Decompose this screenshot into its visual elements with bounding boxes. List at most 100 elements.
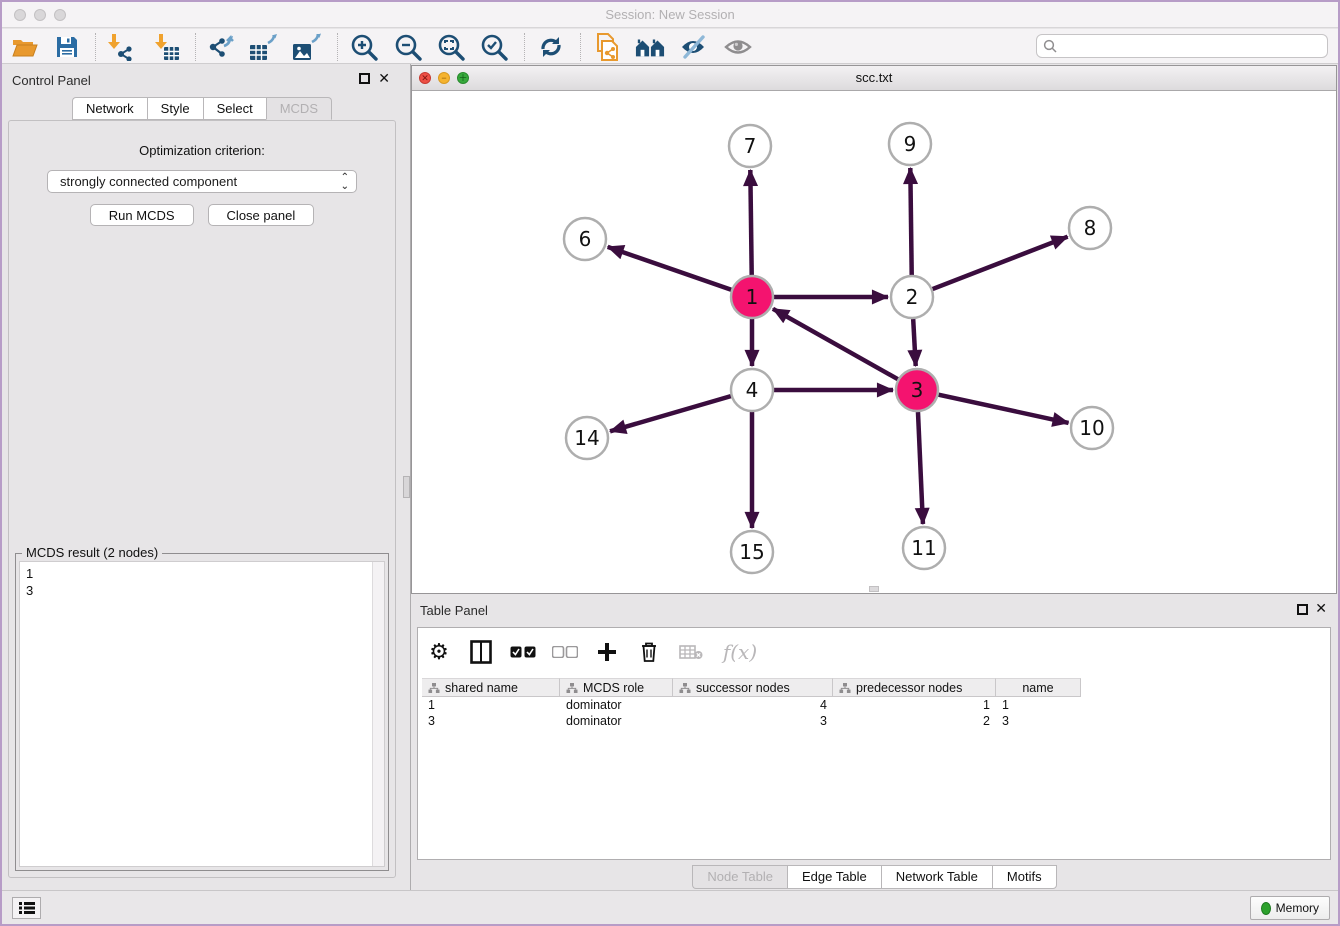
main-area: Control Panel ✕ Network Style Select MCD…: [2, 64, 1338, 890]
memory-label: Memory: [1276, 901, 1319, 915]
control-panel-title: Control Panel: [12, 73, 91, 88]
graph-node-label: 3: [911, 378, 924, 402]
table-row[interactable]: 1 dominator 4 1 1: [422, 697, 1326, 713]
cell-successor-nodes[interactable]: 4: [673, 697, 833, 713]
cell-predecessor-nodes[interactable]: 1: [833, 697, 996, 713]
run-mcds-button[interactable]: Run MCDS: [90, 204, 194, 226]
export-network-icon[interactable]: [206, 33, 236, 61]
open-file-icon[interactable]: [10, 33, 40, 61]
float-table-panel-icon[interactable]: [1297, 604, 1308, 615]
cell-name[interactable]: 3: [996, 713, 1081, 729]
cell-mcds-role[interactable]: dominator: [560, 697, 673, 713]
column-header-name[interactable]: name: [996, 678, 1081, 697]
deselect-all-checkboxes-icon[interactable]: [552, 638, 578, 666]
zoom-selected-icon[interactable]: [479, 33, 509, 61]
graph-node-label: 1: [746, 285, 759, 309]
graph-edge-3-10[interactable]: [938, 395, 1068, 423]
delete-column-icon[interactable]: [636, 638, 662, 666]
search-box[interactable]: [1036, 34, 1328, 58]
mcds-result-textarea[interactable]: 1 3: [19, 561, 385, 867]
column-layout-icon[interactable]: [468, 638, 494, 666]
graph-edge-1-7[interactable]: [750, 170, 751, 275]
splitter-handle[interactable]: [403, 476, 410, 498]
column-header-shared-name[interactable]: shared name: [422, 678, 560, 697]
clone-network-icon[interactable]: [592, 33, 622, 61]
show-all-icon[interactable]: [723, 33, 753, 61]
criterion-dropdown[interactable]: strongly connected component ⌃⌄: [47, 170, 357, 193]
workspace-area: ✕ − ＋ scc.txt 7968124314101511: [411, 64, 1338, 890]
graph-edge-2-9[interactable]: [910, 168, 911, 275]
export-image-icon[interactable]: [292, 33, 322, 61]
cell-shared-name[interactable]: 3: [422, 713, 560, 729]
task-list-icon: [19, 901, 35, 915]
graph-edge-2-3[interactable]: [913, 319, 916, 366]
close-panel-button[interactable]: Close panel: [208, 204, 315, 226]
zoom-in-icon[interactable]: [349, 33, 379, 61]
panel-splitter[interactable]: [402, 64, 411, 890]
cell-name[interactable]: 1: [996, 697, 1081, 713]
result-scrollbar[interactable]: [372, 562, 384, 866]
tab-network[interactable]: Network: [72, 97, 147, 120]
graph-edge-1-6[interactable]: [608, 247, 732, 290]
column-header-predecessor-nodes[interactable]: predecessor nodes: [833, 678, 996, 697]
zoom-fit-icon[interactable]: [436, 33, 466, 61]
select-all-checkboxes-icon[interactable]: [510, 638, 536, 666]
network-canvas[interactable]: 7968124314101511: [412, 91, 1336, 593]
column-header-mcds-role[interactable]: MCDS role: [560, 678, 673, 697]
close-panel-icon[interactable]: ✕: [378, 70, 390, 87]
cell-mcds-role[interactable]: dominator: [560, 713, 673, 729]
first-neighbors-icon[interactable]: [635, 33, 665, 61]
cell-predecessor-nodes[interactable]: 2: [833, 713, 996, 729]
application-window: Session: New Session: [0, 0, 1340, 926]
cell-shared-name[interactable]: 1: [422, 697, 560, 713]
graph-edge-4-14[interactable]: [610, 396, 731, 431]
task-history-button[interactable]: [12, 897, 41, 919]
import-network-icon[interactable]: [105, 33, 135, 61]
tab-network-table[interactable]: Network Table: [881, 865, 992, 889]
result-line: 3: [26, 582, 378, 599]
table-row[interactable]: 3 dominator 3 2 3: [422, 713, 1326, 729]
graph-node-label: 7: [744, 134, 757, 158]
hierarchy-icon: [839, 682, 851, 694]
criterion-value: strongly connected component: [60, 174, 237, 189]
window-title: Session: New Session: [2, 7, 1338, 22]
mcds-panel: Optimization criterion: strongly connect…: [8, 120, 396, 878]
tab-style[interactable]: Style: [147, 97, 203, 120]
settings-gear-icon[interactable]: ⚙: [426, 638, 452, 666]
function-builder-icon[interactable]: f(x): [720, 638, 760, 666]
graph-node-label: 14: [574, 426, 599, 450]
import-table-icon[interactable]: [152, 33, 182, 61]
tab-edge-table[interactable]: Edge Table: [787, 865, 881, 889]
graph-node-label: 11: [911, 536, 936, 560]
graph-node-label: 2: [906, 285, 919, 309]
canvas-resize-handle[interactable]: [869, 586, 879, 592]
cell-successor-nodes[interactable]: 3: [673, 713, 833, 729]
save-session-icon[interactable]: [52, 33, 82, 61]
hierarchy-icon: [428, 682, 440, 694]
tab-select[interactable]: Select: [203, 97, 266, 120]
refresh-icon[interactable]: [536, 33, 566, 61]
main-toolbar: [2, 29, 1338, 64]
hide-selected-icon[interactable]: [679, 33, 709, 61]
network-window-title: scc.txt: [412, 70, 1336, 85]
status-bar: Memory: [2, 890, 1338, 924]
export-table-icon[interactable]: [249, 33, 279, 61]
float-panel-icon[interactable]: [359, 73, 370, 84]
zoom-out-icon[interactable]: [393, 33, 423, 61]
search-input[interactable]: [1057, 39, 1321, 53]
add-column-icon[interactable]: [594, 638, 620, 666]
delete-table-icon[interactable]: [678, 638, 704, 666]
column-header-successor-nodes[interactable]: successor nodes: [673, 678, 833, 697]
tab-motifs[interactable]: Motifs: [992, 865, 1057, 889]
graph-node-label: 15: [739, 540, 764, 564]
memory-status-icon: [1261, 902, 1271, 915]
graph-edge-3-11[interactable]: [918, 412, 923, 524]
graph-edge-2-8[interactable]: [933, 237, 1068, 289]
tab-node-table[interactable]: Node Table: [692, 865, 787, 889]
memory-button[interactable]: Memory: [1250, 896, 1330, 920]
hierarchy-icon: [566, 682, 578, 694]
tab-mcds[interactable]: MCDS: [266, 97, 332, 120]
graph-edge-3-1[interactable]: [773, 309, 898, 379]
close-table-panel-icon[interactable]: ✕: [1315, 600, 1327, 617]
network-window-titlebar[interactable]: ✕ − ＋ scc.txt: [412, 66, 1336, 91]
